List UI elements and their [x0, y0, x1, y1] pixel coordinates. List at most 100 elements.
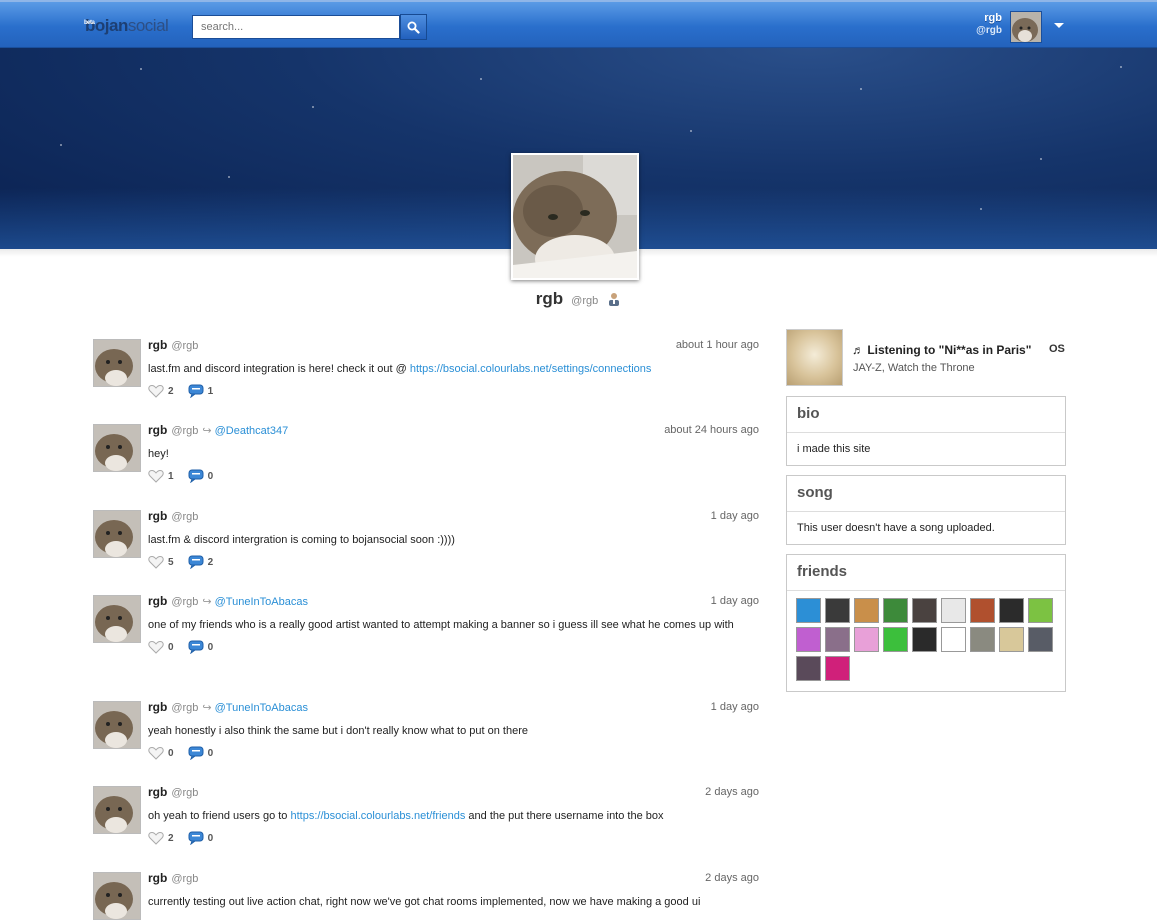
profile-picture[interactable]: [511, 153, 639, 280]
current-user-handle: @rgb: [976, 25, 1002, 36]
post-text: yeah honestly i also think the same but …: [148, 725, 528, 737]
like-heart-icon[interactable]: [148, 469, 164, 483]
friend-avatar[interactable]: [1028, 627, 1053, 652]
friend-avatar[interactable]: [912, 627, 937, 652]
current-user-avatar[interactable]: [1010, 11, 1042, 43]
friend-avatar[interactable]: [1028, 598, 1053, 623]
staff-badge-icon: [607, 292, 621, 309]
post-author-handle: @rgb: [171, 425, 199, 437]
post-text: oh yeah to friend users go to https://bs…: [148, 810, 664, 822]
cat-avatar-image: [94, 873, 140, 919]
post-author-avatar[interactable]: [93, 339, 141, 387]
like-heart-icon[interactable]: [148, 746, 164, 760]
cat-avatar-image: [1011, 12, 1041, 42]
reply-arrow-icon: ↪: [202, 596, 212, 608]
post-author-name[interactable]: rgb: [148, 594, 167, 608]
post-author-avatar[interactable]: [93, 872, 141, 920]
song-heading: song: [787, 476, 1065, 512]
user-menu-caret-icon[interactable]: [1054, 23, 1064, 28]
profile-name-row: rgb @rgb: [0, 289, 1157, 309]
friend-avatar[interactable]: [825, 656, 850, 681]
friend-avatar[interactable]: [999, 598, 1024, 623]
comment-count: 0: [207, 470, 214, 482]
post-timestamp[interactable]: 1 day ago: [711, 593, 759, 609]
like-heart-icon[interactable]: [148, 555, 164, 569]
friend-avatar[interactable]: [796, 627, 821, 652]
friend-avatar[interactable]: [883, 598, 908, 623]
like-heart-icon[interactable]: [148, 384, 164, 398]
friend-avatar[interactable]: [912, 598, 937, 623]
comment-bubble-icon[interactable]: [188, 555, 204, 569]
post-author-name[interactable]: rgb: [148, 423, 167, 437]
comment-bubble-icon[interactable]: [188, 469, 204, 483]
post-author-avatar[interactable]: [93, 786, 141, 834]
post-author-handle: @rgb: [171, 340, 199, 352]
friend-avatar[interactable]: [941, 598, 966, 623]
post-actions: 0 0: [148, 745, 759, 761]
post-link[interactable]: https://bsocial.colourlabs.net/settings/…: [410, 363, 652, 375]
comment-bubble-icon[interactable]: [188, 746, 204, 760]
post-timestamp[interactable]: about 1 hour ago: [676, 337, 759, 353]
post-author-avatar[interactable]: [93, 595, 141, 643]
post-author-name[interactable]: rgb: [148, 509, 167, 523]
friend-avatar[interactable]: [970, 627, 995, 652]
search-button[interactable]: [400, 14, 427, 40]
post-text: one of my friends who is a really good a…: [148, 619, 734, 631]
comment-count: 0: [207, 641, 214, 653]
like-count: 2: [168, 385, 174, 397]
reply-to-link[interactable]: @TuneInToAbacas: [215, 596, 308, 608]
cat-avatar-image: [94, 596, 140, 642]
like-count: 2: [168, 832, 174, 844]
post-link[interactable]: https://bsocial.colourlabs.net/friends: [290, 810, 465, 822]
post-author-name[interactable]: rgb: [148, 700, 167, 714]
now-playing-widget[interactable]: ♬ Listening to "Ni**as in Paris" JAY-Z, …: [786, 329, 1066, 386]
friend-avatar[interactable]: [941, 627, 966, 652]
post-text: hey!: [148, 448, 169, 460]
post-timestamp[interactable]: about 24 hours ago: [664, 422, 759, 438]
friends-panel: friends: [786, 554, 1066, 692]
friend-avatar[interactable]: [825, 598, 850, 623]
like-heart-icon[interactable]: [148, 831, 164, 845]
cat-profile-image: [513, 155, 637, 278]
reply-to-link[interactable]: @Deathcat347: [215, 425, 289, 437]
post-timestamp[interactable]: 1 day ago: [711, 508, 759, 524]
search-icon: [407, 21, 420, 34]
post-author-name[interactable]: rgb: [148, 338, 167, 352]
post-actions: 0 0: [148, 639, 759, 655]
post-author-handle: @rgb: [171, 787, 199, 799]
friend-avatar[interactable]: [970, 598, 995, 623]
current-user-info[interactable]: rgb @rgb: [952, 12, 1002, 36]
friend-avatar[interactable]: [796, 656, 821, 681]
post-text: last.fm and discord integration is here!…: [148, 363, 652, 375]
friend-avatar[interactable]: [854, 627, 879, 652]
post-timestamp[interactable]: 2 days ago: [705, 870, 759, 886]
post-author-name[interactable]: rgb: [148, 785, 167, 799]
comment-bubble-icon[interactable]: [188, 640, 204, 654]
friends-grid: [787, 591, 1065, 685]
reply-to-link[interactable]: @TuneInToAbacas: [215, 702, 308, 714]
friend-avatar[interactable]: [883, 627, 908, 652]
cat-avatar-image: [94, 511, 140, 557]
post-text: last.fm & discord intergration is coming…: [148, 534, 455, 546]
friend-avatar[interactable]: [796, 598, 821, 623]
lastfm-icon[interactable]: OS: [1049, 343, 1065, 355]
comment-bubble-icon[interactable]: [188, 384, 204, 398]
site-logo[interactable]: beta bojansocial: [84, 16, 169, 36]
post-actions: 5 2: [148, 554, 759, 570]
search-input[interactable]: [192, 15, 400, 39]
like-heart-icon[interactable]: [148, 640, 164, 654]
friend-avatar[interactable]: [854, 598, 879, 623]
friend-avatar[interactable]: [825, 627, 850, 652]
post-author-avatar[interactable]: [93, 510, 141, 558]
post-timestamp[interactable]: 1 day ago: [711, 699, 759, 715]
post-timestamp[interactable]: 2 days ago: [705, 784, 759, 800]
post-author-avatar[interactable]: [93, 701, 141, 749]
post-author-avatar[interactable]: [93, 424, 141, 472]
friend-avatar[interactable]: [999, 627, 1024, 652]
like-count: 0: [168, 747, 174, 759]
logo-beta-tag: beta: [84, 20, 95, 26]
post-author-name[interactable]: rgb: [148, 871, 167, 885]
bio-text: i made this site: [797, 443, 871, 455]
comment-bubble-icon[interactable]: [188, 831, 204, 845]
comment-count: 2: [207, 556, 214, 568]
